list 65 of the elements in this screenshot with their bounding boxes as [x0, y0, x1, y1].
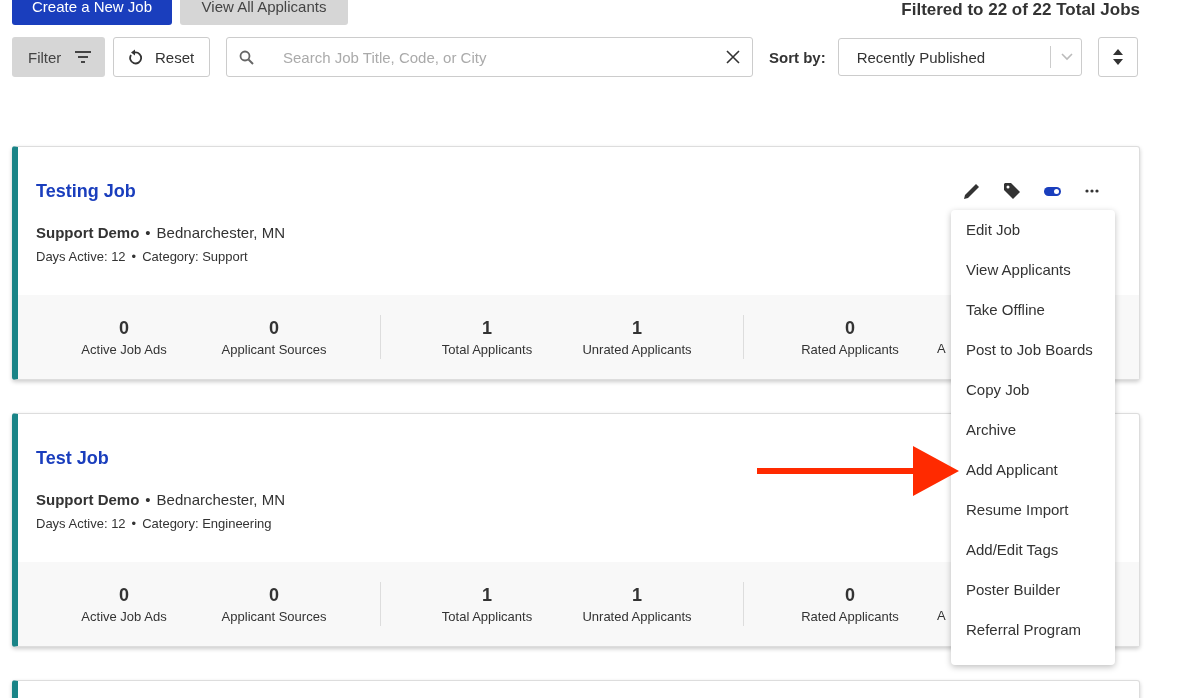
sort-dropdown[interactable]: Recently Published [837, 38, 1082, 76]
job-title-link[interactable]: Testing Job [36, 181, 136, 202]
stat-value: 1 [632, 584, 642, 606]
stat-value: 0 [845, 584, 855, 606]
sort-order-button[interactable] [1097, 37, 1138, 77]
sort-icon [1111, 49, 1124, 65]
stat-label: Total Applicants [441, 608, 533, 624]
results-summary: Filtered to 22 of 22 Total Jobs [901, 0, 1140, 20]
job-location: Bednarchester, MN [156, 491, 285, 508]
search-field[interactable]: Search Job Title, Code, or City [226, 37, 753, 77]
menu-item[interactable]: View Applicants [951, 257, 1115, 297]
job-title-link[interactable]: Test Job [36, 448, 109, 469]
menu-item[interactable]: Add/Edit Tags [951, 537, 1115, 577]
menu-item[interactable]: Take Offline [951, 297, 1115, 337]
stat-value: 1 [482, 317, 492, 339]
days-active: Days Active: 12 [36, 516, 126, 531]
stat-value: 1 [482, 584, 492, 606]
menu-item[interactable]: Copy Job [951, 377, 1115, 417]
job-category: Category: Engineering [142, 516, 272, 531]
stat-value: 0 [269, 317, 279, 339]
sort-label: Sort by: [769, 48, 826, 66]
company-name: Support Demo [36, 224, 140, 241]
stat-label: A [937, 608, 946, 623]
separator-dot: • [131, 516, 137, 531]
menu-item[interactable]: Referral Program [951, 617, 1115, 657]
filter-icon [75, 51, 92, 63]
job-location: Bednarchester, MN [156, 224, 285, 241]
job-category: Category: Support [142, 249, 248, 264]
pencil-icon [963, 182, 981, 200]
menu-item[interactable]: Add Applicant [951, 457, 1115, 497]
stat-value: 0 [845, 317, 855, 339]
stat-label: Unrated Applicants [582, 341, 692, 357]
filter-button[interactable]: Filter [12, 37, 105, 77]
search-icon [239, 50, 254, 65]
separator-dot: • [131, 249, 137, 264]
separator-dot: • [145, 491, 151, 508]
stat-label: Active Job Ads [81, 341, 167, 357]
reset-icon [127, 49, 143, 65]
stat-value: 0 [119, 317, 129, 339]
stat-value: 1 [632, 317, 642, 339]
menu-item[interactable]: Poster Builder [951, 577, 1115, 617]
reset-button[interactable]: Reset [113, 37, 210, 77]
chevron-down-icon [1060, 53, 1073, 61]
stat-label: A [937, 341, 946, 356]
create-job-button[interactable]: Create a New Job [12, 0, 172, 25]
view-applicants-button[interactable]: View All Applicants [180, 0, 348, 25]
menu-item[interactable]: Resume Import [951, 497, 1115, 537]
stat-label: Unrated Applicants [582, 608, 692, 624]
stat-label: Applicant Sources [221, 341, 327, 357]
stat-label: Rated Applicants [801, 341, 899, 357]
stat-value: 0 [119, 584, 129, 606]
more-icon [1085, 189, 1099, 193]
menu-item[interactable]: Edit Job [951, 217, 1115, 257]
stat-label: Active Job Ads [81, 608, 167, 624]
days-active: Days Active: 12 [36, 249, 126, 264]
close-icon [726, 50, 740, 64]
stat-label: Total Applicants [441, 341, 533, 357]
stat-value: 0 [269, 584, 279, 606]
menu-item[interactable]: Post to Job Boards [951, 337, 1115, 377]
tag-icon [1003, 182, 1021, 200]
separator-dot: • [145, 224, 151, 241]
stat-label: Rated Applicants [801, 608, 899, 624]
company-name: Support Demo [36, 491, 140, 508]
stat-label: Applicant Sources [221, 608, 327, 624]
menu-item[interactable]: Archive [951, 417, 1115, 457]
